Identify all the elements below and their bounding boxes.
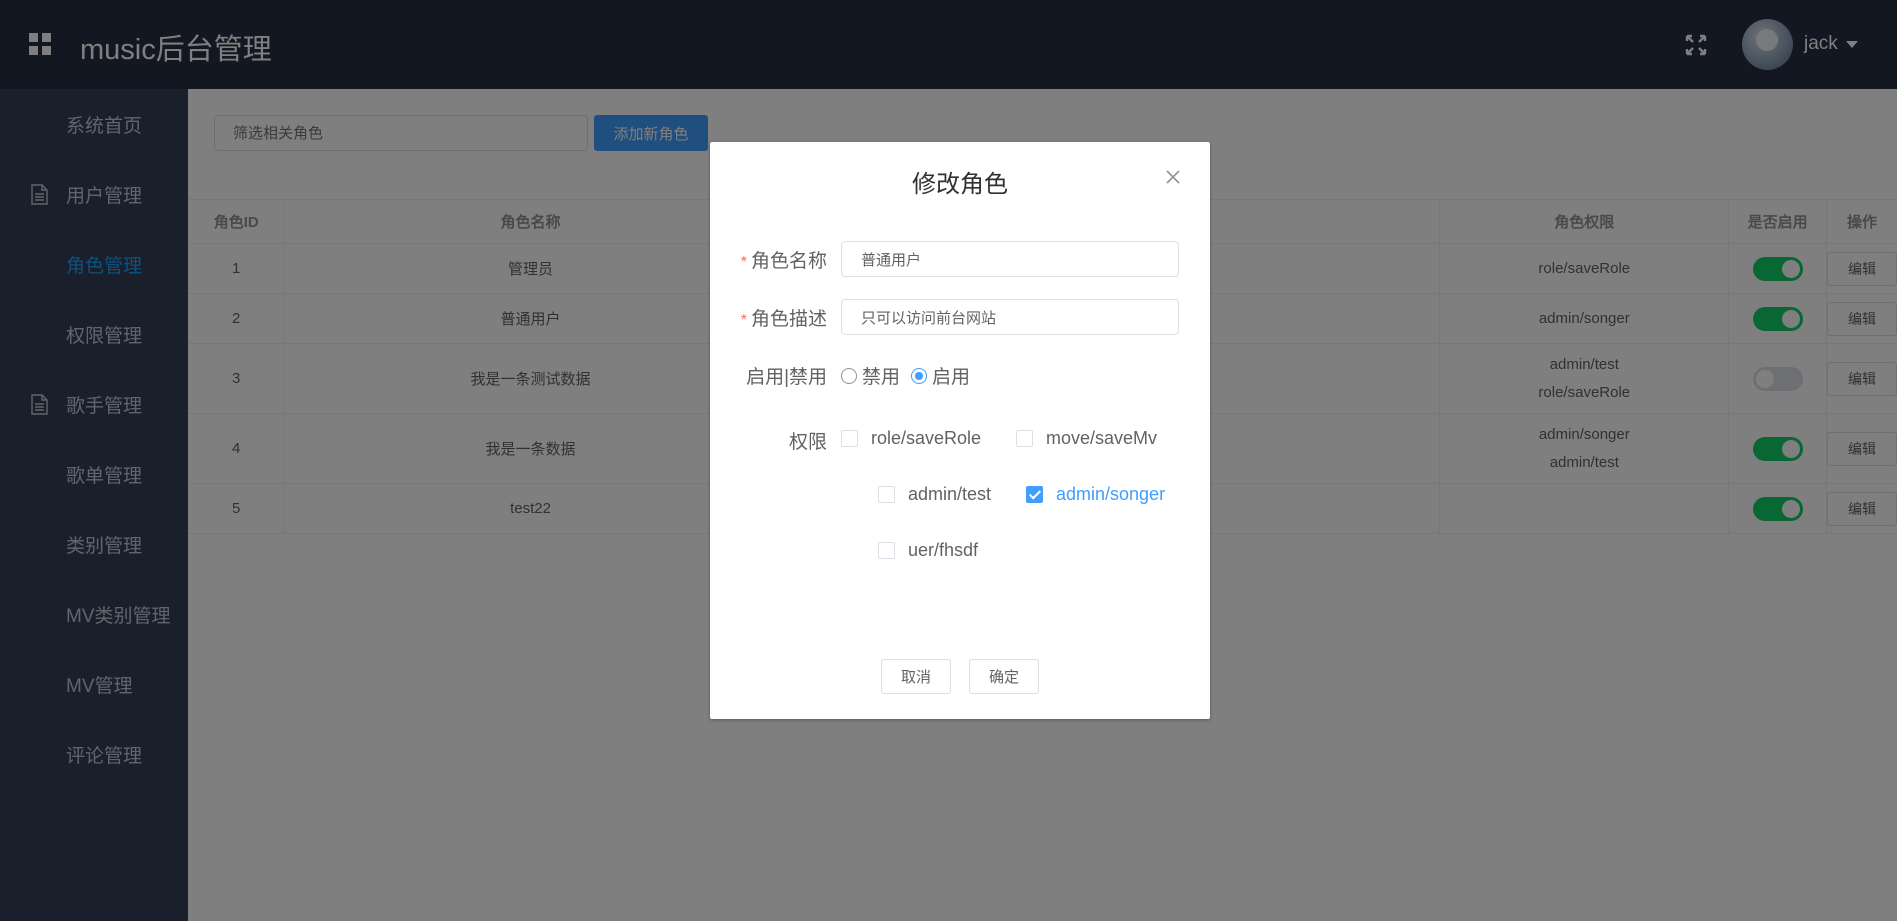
role-desc-label: * 角色描述 [710, 304, 827, 331]
permission-checkbox[interactable]: role/saveRole [841, 428, 981, 449]
role-name-input[interactable]: 普通用户 [841, 241, 1179, 277]
checkbox-label: admin/songer [1056, 484, 1166, 504]
confirm-button[interactable]: 确定 [969, 659, 1039, 694]
checkbox-label: admin/test [908, 484, 992, 504]
radio-circle [911, 367, 927, 384]
required-asterisk: * [740, 254, 747, 271]
required-asterisk: * [740, 312, 747, 329]
status-label: 启用|禁用 [746, 367, 827, 388]
checkbox-box [878, 486, 895, 503]
permissions-label: 权限 [788, 432, 827, 453]
role-desc-input[interactable]: 只可以访问前台网站 [841, 299, 1179, 335]
checkbox-box [841, 430, 858, 447]
checkbox-label: uer/fhsdf [908, 540, 979, 560]
radio-circle [841, 367, 857, 384]
dialog-title: 修改角色 [912, 171, 1008, 198]
checkbox-label: role/saveRole [871, 428, 982, 448]
close-icon[interactable] [1166, 170, 1180, 184]
radio-label: 禁用 [862, 367, 901, 388]
role-name-label-text: 角色名称 [750, 251, 827, 272]
cancel-button[interactable]: 取消 [881, 659, 951, 694]
radio-label: 启用 [932, 367, 971, 388]
edit-role-dialog: 修改角色 * 角色名称 普通用户 * 角色描述 只可以访问前台网站 启用|禁用 禁用… [710, 142, 1210, 719]
permission-checkbox[interactable]: admin/songer [1026, 484, 1165, 505]
permission-checkbox[interactable]: admin/test [878, 484, 991, 505]
permission-checkbox[interactable]: move/saveMv [1016, 428, 1157, 449]
radio-enabled[interactable]: 启用 [911, 362, 970, 389]
permission-checkbox[interactable]: uer/fhsdf [878, 540, 978, 561]
checkbox-label: move/saveMv [1046, 428, 1158, 448]
checkbox-box [1016, 430, 1033, 447]
role-name-label: * 角色名称 [710, 246, 827, 273]
checkbox-box [878, 542, 895, 559]
checkbox-box [1026, 486, 1043, 503]
role-desc-label-text: 角色描述 [750, 309, 827, 330]
radio-disabled[interactable]: 禁用 [841, 362, 900, 389]
